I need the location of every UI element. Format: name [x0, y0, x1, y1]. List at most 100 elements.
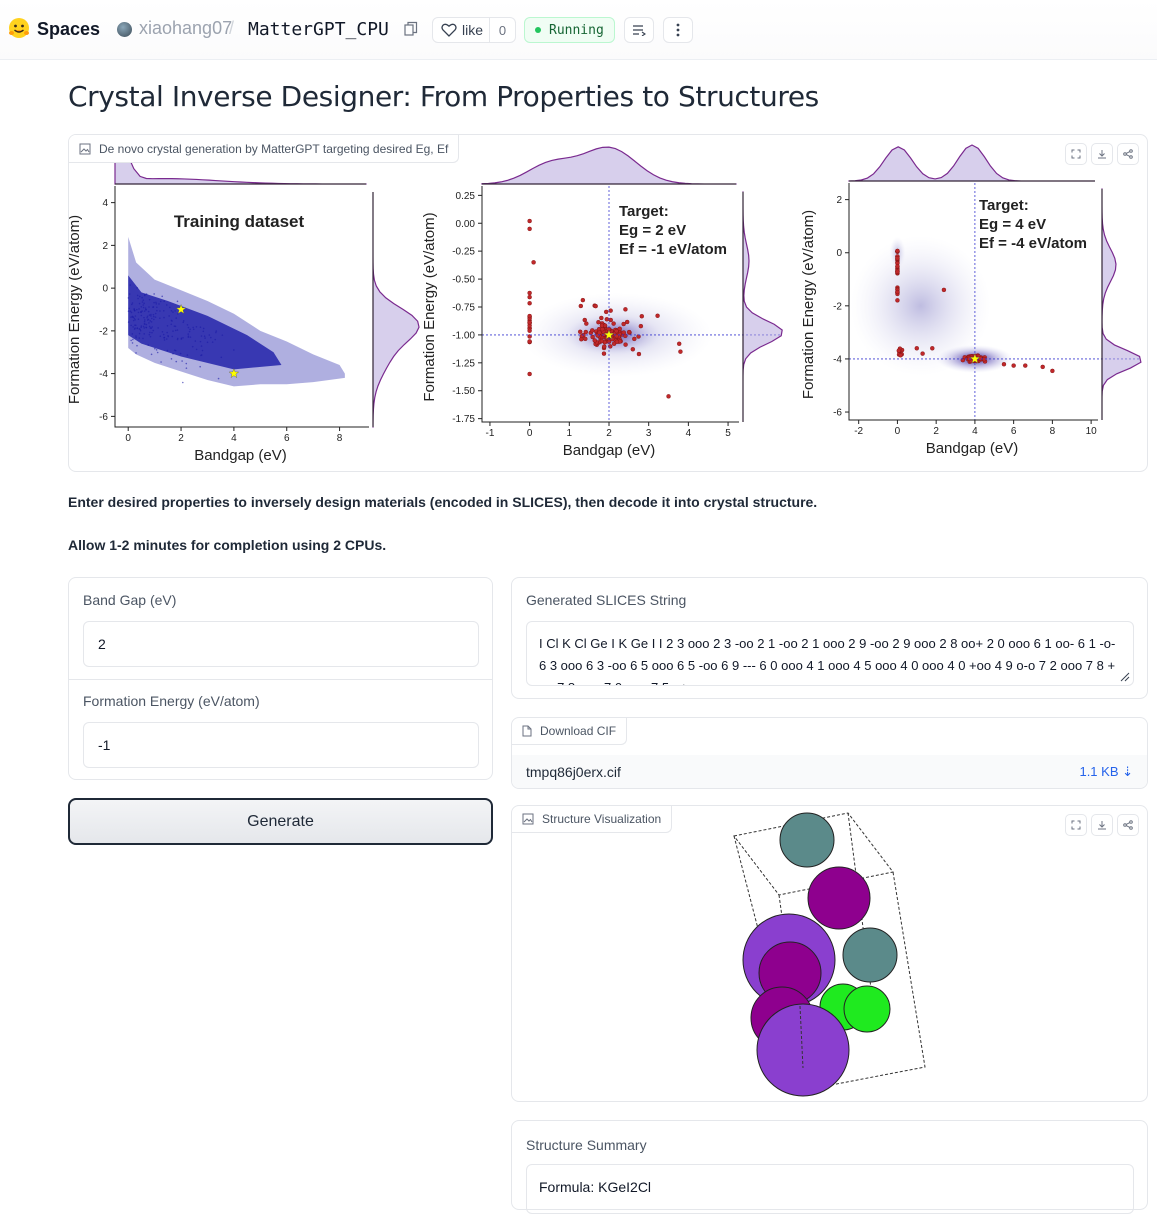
viz-download-button[interactable] — [1091, 814, 1113, 836]
training-point — [137, 311, 140, 314]
page-title: Crystal Inverse Designer: From Propertie… — [68, 80, 819, 113]
training-point — [165, 304, 168, 306]
like-button[interactable]: like 0 — [432, 17, 516, 43]
figure-label: De novo crystal generation by MatterGPT … — [69, 135, 460, 163]
training-point — [150, 315, 152, 317]
description-text: Enter desired properties to inversely de… — [68, 494, 818, 510]
more-options-button[interactable] — [663, 17, 693, 43]
training-point — [202, 327, 205, 330]
logs-button[interactable] — [624, 17, 654, 43]
generated-point — [930, 346, 935, 351]
y-tick-label: 4 — [102, 198, 108, 209]
training-point — [154, 312, 157, 315]
training-point — [138, 332, 141, 335]
formation-energy-input[interactable]: -1 — [83, 722, 479, 768]
training-point — [182, 337, 184, 339]
training-point — [143, 323, 146, 325]
owner-link[interactable]: xiaohang07 — [139, 18, 232, 39]
generated-point — [527, 313, 532, 319]
download-cif-panel: Download CIF tmpq86j0erx.cif 1.1 KB ⇣ — [511, 717, 1148, 789]
training-point — [221, 334, 224, 336]
download-icon — [1098, 821, 1106, 830]
training-point — [148, 306, 150, 308]
training-point — [153, 301, 155, 304]
training-point — [169, 306, 171, 309]
training-point — [155, 303, 158, 305]
viz-fullscreen-button[interactable] — [1065, 814, 1087, 836]
cif-file-row[interactable]: tmpq86j0erx.cif 1.1 KB ⇣ — [512, 755, 1147, 788]
training-point — [166, 349, 169, 352]
generated-point — [1001, 362, 1007, 367]
training-point — [130, 339, 132, 342]
training-point — [144, 307, 147, 309]
training-point — [199, 326, 202, 328]
training-point — [134, 327, 136, 329]
field-divider — [69, 679, 492, 680]
training-point — [143, 319, 146, 321]
y-tick-label: -6 — [833, 408, 842, 419]
fullscreen-button[interactable] — [1065, 143, 1087, 165]
y-tick-label: -0.75 — [452, 303, 475, 314]
training-point — [147, 310, 150, 313]
huggingface-logo-icon[interactable] — [8, 17, 30, 39]
training-point — [182, 320, 185, 322]
y-tick-label: 0.00 — [456, 219, 476, 230]
training-point — [139, 328, 142, 331]
training-point — [175, 317, 178, 319]
marginal-kde-right — [1101, 189, 1142, 420]
generated-point — [527, 328, 532, 333]
download-button[interactable] — [1091, 143, 1113, 165]
generated-point — [584, 321, 589, 326]
viz-share-button[interactable] — [1117, 814, 1139, 836]
cif-download-link[interactable]: 1.1 KB ⇣ — [1079, 764, 1133, 780]
target-formation-annotation: Ef = -1 eV/atom — [619, 241, 727, 258]
y-axis-label: Formation Energy (eV/atom) — [800, 210, 817, 399]
generated-point — [527, 320, 532, 325]
generate-button[interactable]: Generate — [68, 798, 493, 845]
x-tick-label: 2 — [178, 433, 184, 444]
generated-point — [1023, 363, 1028, 368]
structure-summary-text[interactable]: Formula: KGeI2Cl — [526, 1164, 1134, 1214]
y-tick-label: 2 — [102, 241, 108, 252]
y-tick-label: -1.25 — [452, 358, 475, 369]
training-point — [151, 331, 153, 334]
chart-title: Training dataset — [174, 212, 305, 231]
copy-icon[interactable] — [404, 21, 418, 37]
training-point — [172, 311, 174, 313]
x-tick-label: 0 — [527, 428, 533, 439]
target-bandgap-annotation: Eg = 4 eV — [979, 216, 1046, 233]
training-point — [143, 327, 146, 329]
training-point — [202, 330, 205, 333]
generated-point — [621, 321, 626, 327]
generated-point — [527, 294, 532, 300]
target-annotation-heading: Target: — [619, 203, 669, 220]
training-point — [176, 338, 179, 341]
formation-energy-label: Formation Energy (eV/atom) — [83, 693, 260, 709]
cif-filename[interactable]: tmpq86j0erx.cif — [526, 764, 621, 780]
training-point — [161, 295, 163, 298]
training-point — [170, 323, 173, 326]
generated-point — [898, 353, 903, 358]
generated-point — [895, 248, 900, 254]
repo-name[interactable]: MatterGPT_CPU — [248, 19, 389, 40]
spaces-link[interactable]: Spaces — [37, 19, 100, 40]
training-point — [133, 317, 136, 320]
training-point — [206, 341, 209, 344]
training-point — [140, 314, 143, 317]
target-formation-annotation: Ef = -4 eV/atom — [979, 235, 1087, 252]
training-point — [148, 322, 150, 324]
x-tick-label: 6 — [284, 433, 290, 444]
x-tick-label: 4 — [972, 426, 978, 437]
generated-point — [527, 339, 532, 344]
band-gap-input[interactable]: 2 — [83, 621, 479, 667]
resize-handle-icon[interactable] — [1120, 672, 1130, 682]
training-point — [180, 338, 183, 340]
training-point — [152, 313, 155, 316]
training-point — [138, 302, 141, 305]
share-button[interactable] — [1117, 143, 1139, 165]
generated-point — [599, 323, 605, 328]
x-tick-label: 2 — [933, 426, 939, 437]
slices-textarea[interactable]: I Cl K Cl Ge I K Ge I I 2 3 ooo 2 3 -oo … — [526, 621, 1134, 686]
atom-k — [807, 866, 871, 930]
generated-point — [599, 338, 605, 344]
